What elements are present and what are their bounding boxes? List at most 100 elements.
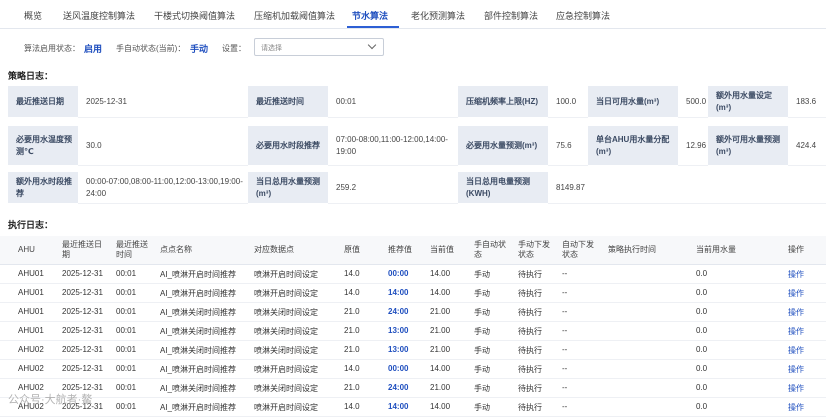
table-header: AHU 最近推送日期 最近推送时间 点点名称 对应数据点 原值 推荐值 当前值 … [0,236,826,265]
cell-water-usage: 0.0 [696,269,708,278]
operate-link[interactable]: 操作 [788,383,804,394]
cell-push-date: 2025-12-31 [62,269,103,278]
enable-status-label: 算法启用状态： [24,44,80,53]
cell-original: 21.0 [344,383,360,392]
cell-point-name: AI_喷淋开启时间推荐 [160,403,237,412]
manual-status-label: 手自动状态(当前)： [116,44,186,53]
operate-link[interactable]: 操作 [788,326,804,337]
info-value: 500.0 [686,96,707,106]
cell-data-point: 喷淋开启时间设定 [254,403,318,412]
info-value: 12.96 [686,140,707,150]
info-label: 额外用水量设定(m³) [716,90,772,112]
cell-point-name: AI_喷淋关闭时间推荐 [160,327,237,336]
cell-data-point: 喷淋开启时间设定 [254,270,318,279]
cell-mode: 手动 [474,289,490,298]
tab-water-saving[interactable]: 节水算法 [352,9,388,22]
cell-original: 14.0 [344,269,360,278]
tab-component-control[interactable]: 部件控制算法 [484,9,538,22]
tab-emergency-control[interactable]: 应急控制算法 [556,9,610,22]
tab-bar: 概览 送风温度控制算法 干楼式切换阈值算法 压缩机加载阈值算法 节水算法 老化预… [0,0,826,29]
cell-current: 14.00 [430,288,451,297]
operate-link[interactable]: 操作 [788,269,804,280]
operate-link[interactable]: 操作 [788,288,804,299]
manual-status-value: 手动 [190,44,209,54]
cell-point-name: AI_喷淋关闭时间推荐 [160,346,237,355]
cell-data-point: 喷淋开启时间设定 [254,289,318,298]
column-header: 推荐值 [388,245,412,254]
cell-auto-status: -- [562,269,568,278]
cell-mode: 手动 [474,346,490,355]
cell-ahu: AHU02 [18,345,44,354]
info-value: 00:00-07:00,08:00-11:00,12:00-13:00,19:0… [86,176,243,198]
cell-auto-status: -- [562,402,568,411]
column-header: 手自动状态 [474,240,506,259]
algorithm-controls: 算法启用状态： 启用 手自动状态(当前)： 手动 设置： 请选择 [0,38,826,56]
column-header: 对应数据点 [254,245,294,254]
tab-aging-prediction[interactable]: 老化预测算法 [411,9,465,22]
watermark: 公众号·大航者·鳌 [8,394,93,406]
table-row: AHU02 2025-12-31 00:01 AI_喷淋开启时间推荐 喷淋开启时间设定 1… [0,359,826,379]
cell-current: 21.00 [430,326,451,335]
info-label: 单台AHU用水量分配(m³) [596,134,670,156]
cell-recommended: 24:00 [388,307,409,316]
cell-original: 14.0 [344,288,360,297]
cell-original: 14.0 [344,402,360,411]
cell-push-time: 00:01 [116,307,137,316]
cell-water-usage: 0.0 [696,345,708,354]
strategy-row: 必要用水温度预测℃ 30.0 必要用水时段推荐 07:00-08:00,11:0… [8,126,826,166]
tab-dry-wet-switch[interactable]: 干楼式切换阈值算法 [154,9,235,22]
operate-link[interactable]: 操作 [788,364,804,375]
setting-select[interactable]: 请选择 [254,38,384,56]
table-row: AHU01 2025-12-31 00:01 AI_喷淋开启时间推荐 喷淋开启时间设定 1… [0,283,826,303]
cell-auto-status: -- [562,288,568,297]
operate-link[interactable]: 操作 [788,402,804,413]
cell-manual-status: 待执行 [518,270,542,279]
cell-current: 21.00 [430,345,451,354]
column-header: 当前用水量 [696,245,736,254]
table-row: AHU01 2025-12-31 00:01 AI_喷淋关闭时间推荐 喷淋关闭时间设定 2… [0,302,826,322]
column-header: 最近推送时间 [116,240,148,259]
info-value: 8149.87 [556,182,585,192]
cell-recommended: 13:00 [388,345,409,354]
cell-auto-status: -- [562,364,568,373]
info-value: 75.6 [556,140,572,150]
cell-manual-status: 待执行 [518,308,542,317]
operate-link[interactable]: 操作 [788,307,804,318]
cell-manual-status: 待执行 [518,346,542,355]
cell-push-time: 00:01 [116,383,137,392]
table-row: AHU01 2025-12-31 00:01 AI_喷淋开启时间推荐 喷淋开启时间设定 1… [0,264,826,284]
column-header: 操作 [788,245,804,254]
tab-compressor-load[interactable]: 压缩机加载阈值算法 [254,9,335,22]
cell-point-name: AI_喷淋关闭时间推荐 [160,384,237,393]
cell-ahu: AHU02 [18,364,44,373]
tab-supply-air-temp[interactable]: 送风温度控制算法 [63,9,135,22]
enable-status-value: 启用 [84,44,103,54]
cell-original: 14.0 [344,364,360,373]
cell-original: 21.0 [344,326,360,335]
cell-recommended: 00:00 [388,269,409,278]
cell-point-name: AI_喷淋开启时间推荐 [160,365,237,374]
cell-push-time: 00:01 [116,288,137,297]
cell-mode: 手动 [474,403,490,412]
info-value: 00:01 [336,96,357,106]
cell-current: 21.00 [430,307,451,316]
cell-data-point: 喷淋开启时间设定 [254,365,318,374]
cell-water-usage: 0.0 [696,364,708,373]
cell-water-usage: 0.0 [696,288,708,297]
cell-current: 14.00 [430,402,451,411]
info-label: 额外可用水量预测(m³) [716,134,780,156]
cell-water-usage: 0.0 [696,326,708,335]
cell-push-time: 00:01 [116,345,137,354]
operate-link[interactable]: 操作 [788,345,804,356]
column-header: 策略执行时间 [608,245,656,254]
cell-recommended: 14:00 [388,402,409,411]
tab-overview[interactable]: 概览 [24,9,42,22]
info-value: 30.0 [86,140,102,150]
cell-push-date: 2025-12-31 [62,345,103,354]
cell-ahu: AHU01 [18,288,44,297]
info-value: 259.2 [336,182,357,192]
cell-original: 21.0 [344,307,360,316]
strategy-row: 最近推送日期 2025-12-31 最近推送时间 00:01 压缩机频率上限(H… [8,86,826,118]
cell-data-point: 喷淋关闭时间设定 [254,384,318,393]
cell-ahu: AHU01 [18,326,44,335]
